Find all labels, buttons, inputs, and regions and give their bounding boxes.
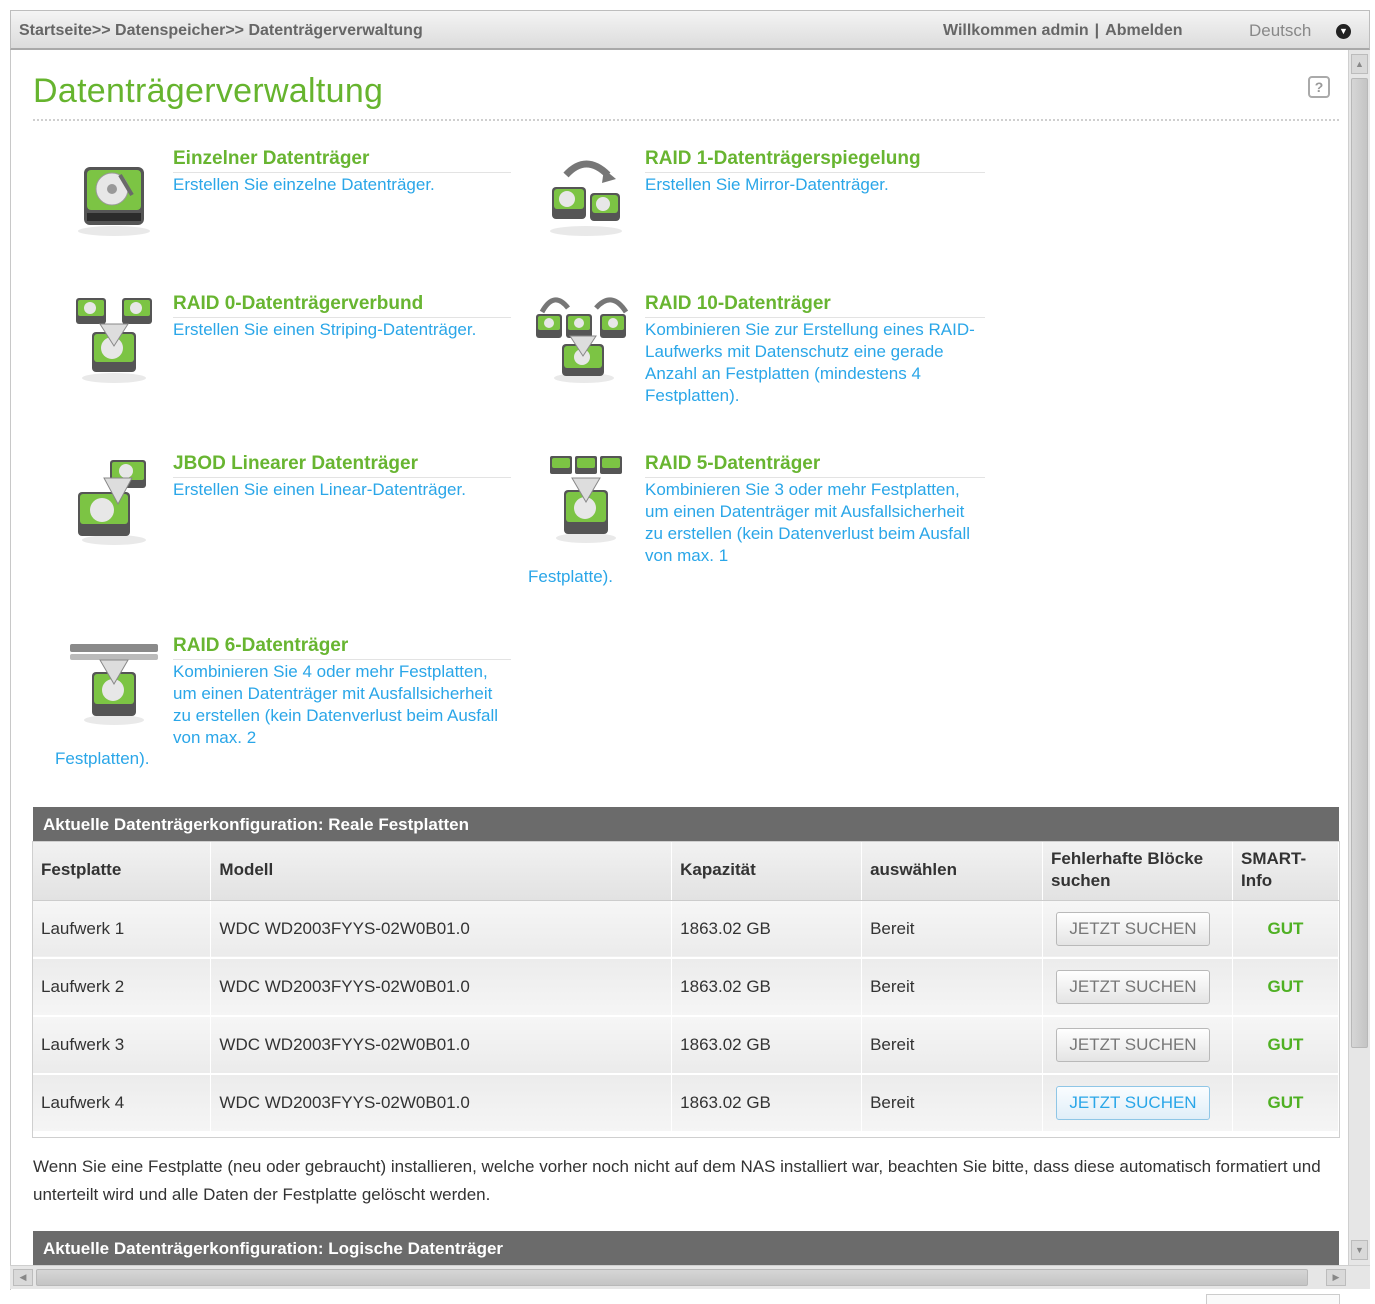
- disk-status: Bereit: [861, 1016, 1043, 1075]
- option-description[interactable]: Erstellen Sie einen Striping-Datenträger…: [173, 319, 511, 341]
- scan-cell: JETZT SUCHEN: [1042, 1074, 1233, 1133]
- option-divider: [173, 317, 511, 318]
- table-row: Laufwerk 4 WDC WD2003FYYS-02W0B01.0 1863…: [33, 1074, 1340, 1133]
- option-title[interactable]: Einzelner Datenträger: [173, 148, 369, 170]
- chevron-down-icon[interactable]: ▼: [1336, 24, 1351, 39]
- status-strip: [1206, 1294, 1340, 1304]
- column-header: Festplatte: [33, 841, 212, 901]
- disk-model: WDC WD2003FYYS-02W0B01.0: [210, 958, 673, 1017]
- physical-disks-header: Aktuelle Datenträgerkonfiguration: Reale…: [33, 807, 1339, 841]
- option-title[interactable]: RAID 5-Datenträger: [645, 453, 820, 475]
- option-divider: [645, 317, 985, 318]
- single-disk-icon: [78, 167, 150, 236]
- jbod-linear-icon: [78, 460, 146, 545]
- format-notice: Wenn Sie eine Festplatte (neu oder gebra…: [33, 1157, 1321, 1204]
- column-header: Kapazität: [671, 841, 863, 901]
- scroll-down-icon[interactable]: ▼: [1351, 1240, 1368, 1260]
- raid5-icon: [550, 456, 622, 543]
- option-divider: [645, 477, 985, 478]
- option-title[interactable]: RAID 0-Datenträgerverbund: [173, 293, 423, 315]
- smart-info-link[interactable]: GUT: [1232, 958, 1340, 1017]
- scan-cell: JETZT SUCHEN: [1042, 958, 1233, 1017]
- table-row: Laufwerk 1 WDC WD2003FYYS-02W0B01.0 1863…: [33, 900, 1340, 959]
- disk-model: WDC WD2003FYYS-02W0B01.0: [210, 900, 673, 959]
- raid6-icon: [70, 644, 158, 725]
- horizontal-scrollbar[interactable]: ◀ ▶: [10, 1265, 1370, 1289]
- scroll-left-icon[interactable]: ◀: [13, 1269, 33, 1286]
- help-icon[interactable]: ?: [1308, 76, 1330, 98]
- scan-now-button[interactable]: JETZT SUCHEN: [1056, 1028, 1210, 1062]
- page-title: Datenträgerverwaltung: [33, 72, 384, 110]
- vertical-scrollbar[interactable]: ▲ ▼: [1348, 50, 1370, 1265]
- option-description[interactable]: Erstellen Sie einzelne Datenträger.: [173, 174, 511, 196]
- scan-cell: JETZT SUCHEN: [1042, 1016, 1233, 1075]
- physical-disks-table: Festplatte Modell Kapazität auswählen Fe…: [33, 841, 1340, 1133]
- option-title[interactable]: RAID 6-Datenträger: [173, 635, 348, 657]
- disk-name: Laufwerk 3: [33, 1016, 212, 1075]
- logout-link[interactable]: Abmelden: [1105, 22, 1182, 39]
- breadcrumb[interactable]: Startseite>> Datenspeicher>> Datenträger…: [19, 22, 423, 40]
- table-header-row: Festplatte Modell Kapazität auswählen Fe…: [33, 841, 1340, 901]
- title-divider: [33, 119, 1339, 121]
- scroll-right-icon[interactable]: ▶: [1326, 1269, 1346, 1286]
- column-header: Fehlerhafte Blöcke suchen: [1042, 841, 1233, 901]
- option-description[interactable]: Erstellen Sie einen Linear-Datenträger.: [173, 479, 511, 501]
- option-title[interactable]: RAID 1-Datenträgerspiegelung: [645, 148, 921, 170]
- scroll-thumb[interactable]: [1351, 78, 1368, 1048]
- disk-model: WDC WD2003FYYS-02W0B01.0: [210, 1016, 673, 1075]
- disk-name: Laufwerk 1: [33, 900, 212, 959]
- disk-status: Bereit: [861, 958, 1043, 1017]
- option-title[interactable]: RAID 10-Datenträger: [645, 293, 831, 315]
- disk-capacity: 1863.02 GB: [671, 958, 863, 1017]
- raid10-icon: [536, 297, 629, 383]
- option-description[interactable]: Kombinieren Sie 4 oder mehr Festplatten,…: [173, 661, 511, 749]
- table-row: Laufwerk 3 WDC WD2003FYYS-02W0B01.0 1863…: [33, 1016, 1340, 1075]
- disk-name: Laufwerk 4: [33, 1074, 212, 1133]
- option-description[interactable]: Erstellen Sie Mirror-Datenträger.: [645, 174, 985, 196]
- disk-capacity: 1863.02 GB: [671, 900, 863, 959]
- option-description-tail[interactable]: Festplatten).: [55, 749, 150, 769]
- option-divider: [645, 172, 985, 173]
- scan-now-button[interactable]: JETZT SUCHEN: [1056, 1086, 1210, 1120]
- smart-info-link[interactable]: GUT: [1232, 1016, 1340, 1075]
- top-bar: Startseite>> Datenspeicher>> Datenträger…: [10, 10, 1370, 50]
- disk-capacity: 1863.02 GB: [671, 1074, 863, 1133]
- separator: |: [1094, 22, 1100, 39]
- column-header: Modell: [210, 841, 673, 901]
- raid0-stripe-icon: [76, 298, 152, 383]
- option-description[interactable]: Kombinieren Sie 3 oder mehr Festplatten,…: [645, 479, 985, 567]
- logical-volumes-header: Aktuelle Datenträgerkonfiguration: Logis…: [33, 1231, 1339, 1265]
- table-row: Laufwerk 2 WDC WD2003FYYS-02W0B01.0 1863…: [33, 958, 1340, 1017]
- smart-info-link[interactable]: GUT: [1232, 900, 1340, 959]
- disk-status: Bereit: [861, 900, 1043, 959]
- option-divider: [173, 659, 511, 660]
- language-select[interactable]: Deutsch: [1249, 21, 1311, 41]
- disk-status: Bereit: [861, 1074, 1043, 1133]
- option-description-tail[interactable]: Festplatte).: [528, 567, 613, 587]
- column-header: SMART-Info: [1232, 841, 1340, 901]
- smart-info-link[interactable]: GUT: [1232, 1074, 1340, 1133]
- option-description[interactable]: Kombinieren Sie zur Erstellung eines RAI…: [645, 319, 985, 407]
- disk-name: Laufwerk 2: [33, 958, 212, 1017]
- column-header: auswählen: [861, 841, 1043, 901]
- scan-now-button[interactable]: JETZT SUCHEN: [1056, 970, 1210, 1004]
- scroll-up-icon[interactable]: ▲: [1351, 54, 1368, 74]
- scan-now-button[interactable]: JETZT SUCHEN: [1056, 911, 1210, 946]
- user-menu: Willkommen admin | Abmelden: [943, 22, 1182, 40]
- option-divider: [173, 477, 511, 478]
- scroll-thumb[interactable]: [36, 1269, 1308, 1286]
- scan-cell: JETZT SUCHEN: [1042, 900, 1233, 959]
- raid1-mirror-icon: [550, 160, 622, 236]
- option-title[interactable]: JBOD Linearer Datenträger: [173, 453, 418, 475]
- disk-model: WDC WD2003FYYS-02W0B01.0: [210, 1074, 673, 1133]
- option-divider: [173, 172, 511, 173]
- disk-capacity: 1863.02 GB: [671, 1016, 863, 1075]
- welcome-text: Willkommen admin: [943, 22, 1089, 39]
